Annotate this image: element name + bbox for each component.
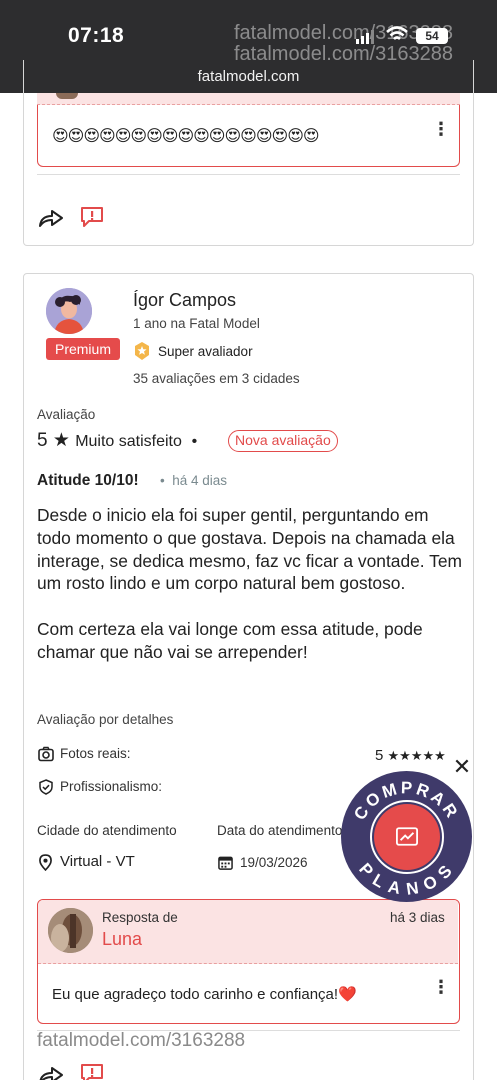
share-icon[interactable] <box>38 207 64 229</box>
chart-growth-icon <box>396 827 418 846</box>
author-since: 1 ano na Fatal Model <box>133 316 260 331</box>
city-label: Cidade do atendimento <box>37 823 177 838</box>
review-time-text: há 4 dias <box>172 473 228 488</box>
detail-label-photos: Fotos reais: <box>60 746 131 761</box>
new-review-tag: Nova avaliação <box>228 430 338 452</box>
watermark-bottom: fatalmodel.com/3163288 <box>37 1030 246 1051</box>
rating-summary: 5 ★ Muito satisfeito • <box>37 429 197 452</box>
shield-check-icon <box>39 779 53 795</box>
previous-reply-header <box>37 93 460 105</box>
rating-text: Muito satisfeito <box>75 433 182 450</box>
close-icon[interactable]: ✕ <box>452 756 472 778</box>
previous-reply-avatar <box>56 93 78 99</box>
divider <box>37 174 460 175</box>
review-paragraph: Desde o inicio ela foi super gentil, per… <box>37 505 462 594</box>
date-value: 19/03/2026 <box>240 855 308 870</box>
review-paragraph: Com certeza ela vai longe com essa atitu… <box>37 618 423 662</box>
review-body: Desde o inicio ela foi super gentil, per… <box>37 504 462 664</box>
detail-score-value: 5 <box>375 747 384 764</box>
reply-menu-button[interactable]: ⋮ <box>432 978 450 996</box>
location-pin-icon <box>39 854 52 871</box>
review-time: • há 4 dias <box>160 473 228 488</box>
detail-label-professionalism: Profissionalismo: <box>60 779 163 794</box>
calendar-icon <box>218 856 233 870</box>
rating-label: Avaliação <box>37 407 96 422</box>
avatar-illustration <box>46 288 92 334</box>
camera-icon <box>38 746 54 762</box>
author-name[interactable]: Ígor Campos <box>133 290 236 311</box>
share-icon[interactable] <box>38 1064 64 1080</box>
premium-badge: Premium <box>46 338 120 360</box>
wifi-icon <box>386 26 408 40</box>
reply-avatar-photo <box>48 908 93 953</box>
reply-text: Eu que agradeço todo carinho e confiança… <box>52 986 357 1003</box>
author-title: Super avaliador <box>158 344 253 359</box>
previous-reply-menu-button[interactable]: ⋮ <box>432 120 450 138</box>
star-icon: ★ <box>52 430 70 451</box>
reply-label: Resposta de <box>102 910 178 925</box>
clock: 07:18 <box>68 24 125 47</box>
details-label: Avaliação por detalhes <box>37 712 174 727</box>
review-headline: Atitude 10/10! <box>37 472 139 489</box>
detail-stars: ★★★★★ <box>387 748 446 763</box>
avatar[interactable] <box>46 288 92 334</box>
report-icon[interactable] <box>80 1063 104 1080</box>
previous-reply-text: 😍😍😍😍😍😍😍😍😍😍😍😍😍😍😍😍😍 <box>52 128 320 145</box>
battery-icon: 54 <box>416 28 448 44</box>
medal-icon <box>135 342 149 360</box>
detail-score-photos: 5 ★★★★★ <box>375 747 446 764</box>
author-stats: 35 avaliações em 3 cidades <box>133 371 300 386</box>
date-label: Data do atendimento <box>217 823 342 838</box>
rating-value: 5 <box>37 430 48 451</box>
report-icon[interactable] <box>80 206 104 228</box>
city-value: Virtual - VT <box>60 853 135 870</box>
reply-avatar[interactable] <box>48 908 93 953</box>
reply-author-name[interactable]: Luna <box>102 929 142 950</box>
separator-dot: • <box>187 433 198 450</box>
signal-icon <box>356 30 374 44</box>
reply-time: há 3 dias <box>390 910 445 925</box>
